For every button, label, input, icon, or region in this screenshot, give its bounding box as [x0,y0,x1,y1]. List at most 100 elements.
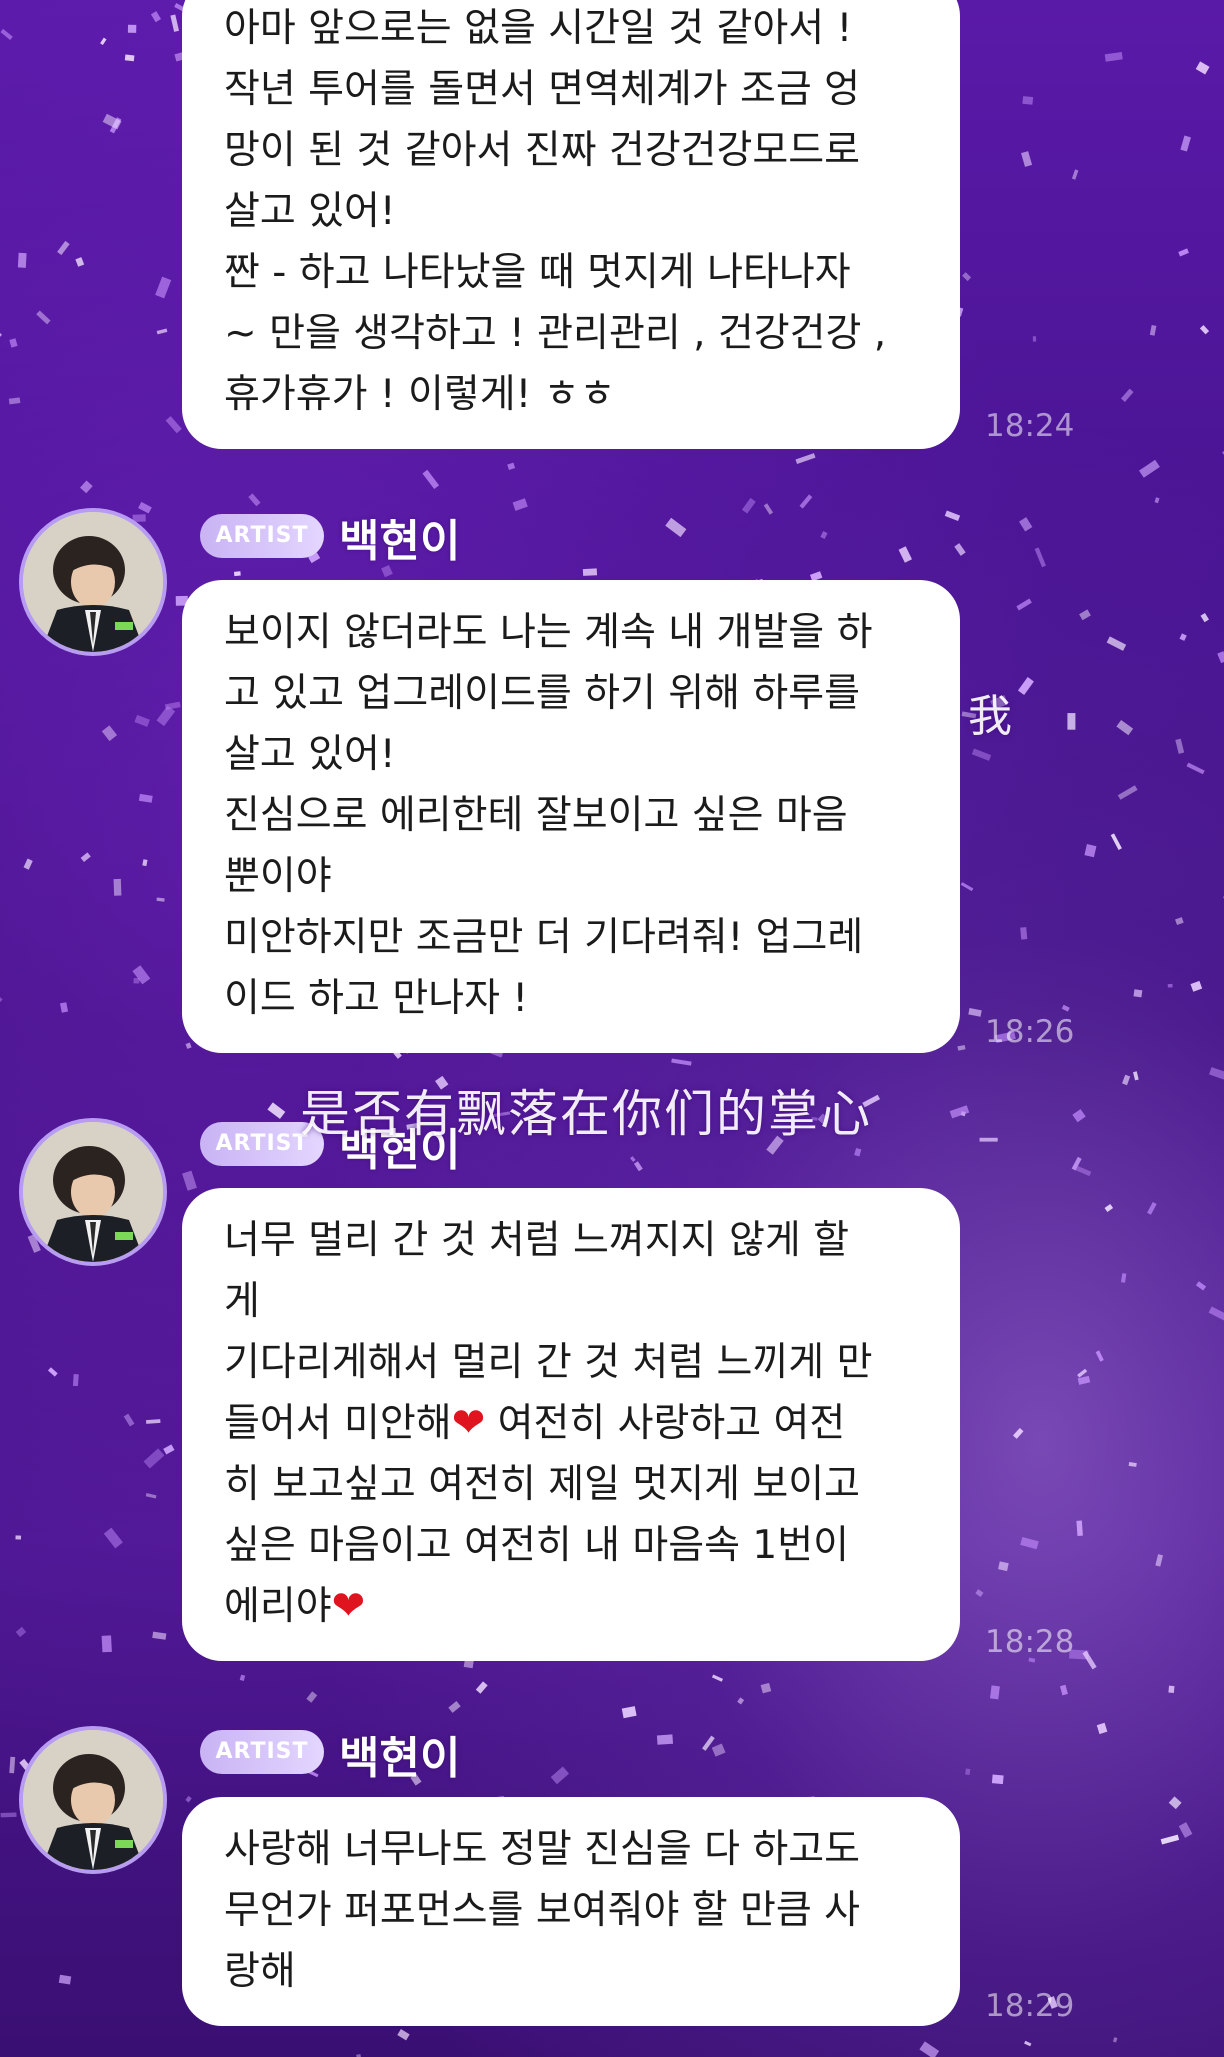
message-timestamp: 18:29 [985,1988,1075,2024]
sender-name[interactable]: 백현이 [339,1722,460,1786]
confetti-piece [156,897,165,902]
confetti-piece [1112,2037,1118,2043]
confetti-piece [1071,169,1079,180]
confetti-piece [1199,325,1210,335]
message-text: 여전히 사랑하고 여전 [485,1401,846,1446]
confetti-piece [550,1766,570,1785]
message-line: 진심으로 에리한테 잘보이고 싶은 마음 [224,793,848,838]
confetti-piece [72,1374,79,1387]
heart-icon: ❤ [451,1400,486,1446]
confetti-piece [1019,517,1033,532]
confetti-piece [944,510,961,522]
subtitle-caption: 是否有飘落在你们的掌心 [300,1085,872,1143]
confetti-piece [968,1008,982,1017]
confetti-piece [795,453,816,465]
confetti-piece [0,331,2,347]
confetti-piece [145,1419,161,1424]
message-line: 작년 투어를 돌면서 면역체계가 조금 엉 [224,67,861,112]
message-line: 뿐이야 [224,854,332,899]
confetti-piece [170,14,180,32]
confetti-piece [75,257,85,267]
confetti-piece [165,416,182,434]
confetti-piece [507,462,516,471]
message-line: 기다리게해서 멀리 간 것 처럼 느끼게 만 [224,1340,873,1385]
confetti-piece [991,1774,1004,1785]
confetti-piece [1017,677,1034,695]
artist-avatar[interactable] [19,1726,167,1874]
message-line: 너무 멀리 간 것 처럼 느껴지지 않게 할 [224,1218,849,1263]
confetti-piece [1195,1281,1207,1291]
confetti-piece [949,1105,970,1119]
confetti-piece [989,1685,1000,1700]
confetti-piece [1168,1685,1175,1693]
confetti-piece [248,493,261,507]
message-line: 싶은 마음이고 여전히 내 마음속 1번이 [224,1523,849,1568]
message-line: 히 보고싶고 여전히 제일 멋지게 보이고 [224,1462,861,1507]
artist-badge: ARTIST [200,514,324,558]
confetti-piece [1209,1067,1224,1080]
confetti-piece [820,531,828,540]
confetti-piece [422,469,440,490]
confetti-piece [737,1697,745,1705]
confetti-piece [630,1156,636,1163]
message-text: 에리야 [224,1584,332,1629]
confetti-piece [58,1974,72,1985]
message-line: 휴가휴가 ! 이렇게! ㅎㅎ [224,372,616,417]
confetti-piece [965,1768,971,1776]
confetti-piece [233,571,241,577]
confetti-piece [182,1170,197,1191]
artist-avatar[interactable] [19,1118,167,1266]
confetti-piece [512,498,528,511]
confetti-piece [898,546,913,563]
confetti-piece [1117,785,1138,800]
confetti-piece [633,1161,643,1172]
confetti-piece [80,480,93,494]
confetti-piece [267,1102,286,1119]
message-line: 고 있고 업그레이드를 하기 위해 하루를 [224,671,861,716]
confetti-piece [1106,636,1127,651]
confetti-piece [1138,459,1160,478]
confetti-piece [0,1812,17,1818]
confetti-piece [448,1701,461,1713]
confetti-piece [15,1535,22,1540]
heart-icon: ❤ [331,1583,366,1629]
message-line: 무언가 퍼포먼스를 보여줘야 할 만큼 사 [224,1888,861,1933]
confetti-piece [1147,1201,1157,1215]
confetti-piece [15,1626,27,1638]
confetti-piece [1096,1722,1108,1735]
avatar-photo-icon [23,512,163,652]
confetti-piece [1186,762,1205,775]
confetti-piece [1168,1796,1182,1810]
confetti-piece [1061,1004,1070,1012]
message-timestamp: 18:24 [985,408,1075,444]
avatar-photo-icon [23,1730,163,1870]
message-line: 들어서 미안해❤ 여전히 사랑하고 여전 [224,1393,918,1454]
confetti-piece [741,497,756,514]
message-line: 망이 된 것 같아서 진짜 건강건강모드로 [224,128,861,173]
confetti-piece [1072,1109,1086,1123]
confetti-piece [1012,1427,1024,1439]
artist-avatar[interactable] [19,508,167,656]
confetti-piece [1120,1273,1127,1283]
confetti-piece [47,1367,58,1377]
message-line: 랑해 [224,1949,296,1994]
confetti-piece [1104,1203,1114,1213]
message-bubble: 너무 멀리 간 것 처럼 느껴지지 않게 할 게 기다리게해서 멀리 간 것 처… [182,1188,960,1661]
confetti-piece [185,1042,192,1049]
message-text: 들어서 미안해 [224,1401,452,1446]
confetti-piece [152,1631,167,1640]
message-bubble: 아마 앞으로는 없을 시간일 것 같아서 ! 작년 투어를 돌면서 면역체계가 … [182,0,960,449]
watermark-text: 我 [968,691,1012,742]
confetti-piece [1122,1074,1131,1086]
confetti-piece [101,725,118,742]
sender-name[interactable]: 백현이 [339,505,460,569]
confetti-piece [1077,1368,1088,1378]
confetti-piece [57,240,70,256]
confetti-piece [239,1674,246,1681]
confetti-piece [1175,917,1184,926]
confetti-piece [1059,1684,1068,1696]
confetti-piece [23,858,33,870]
message-line: 살고 있어! [224,189,396,234]
confetti-piece [60,1002,69,1013]
confetti-piece [1178,248,1189,257]
